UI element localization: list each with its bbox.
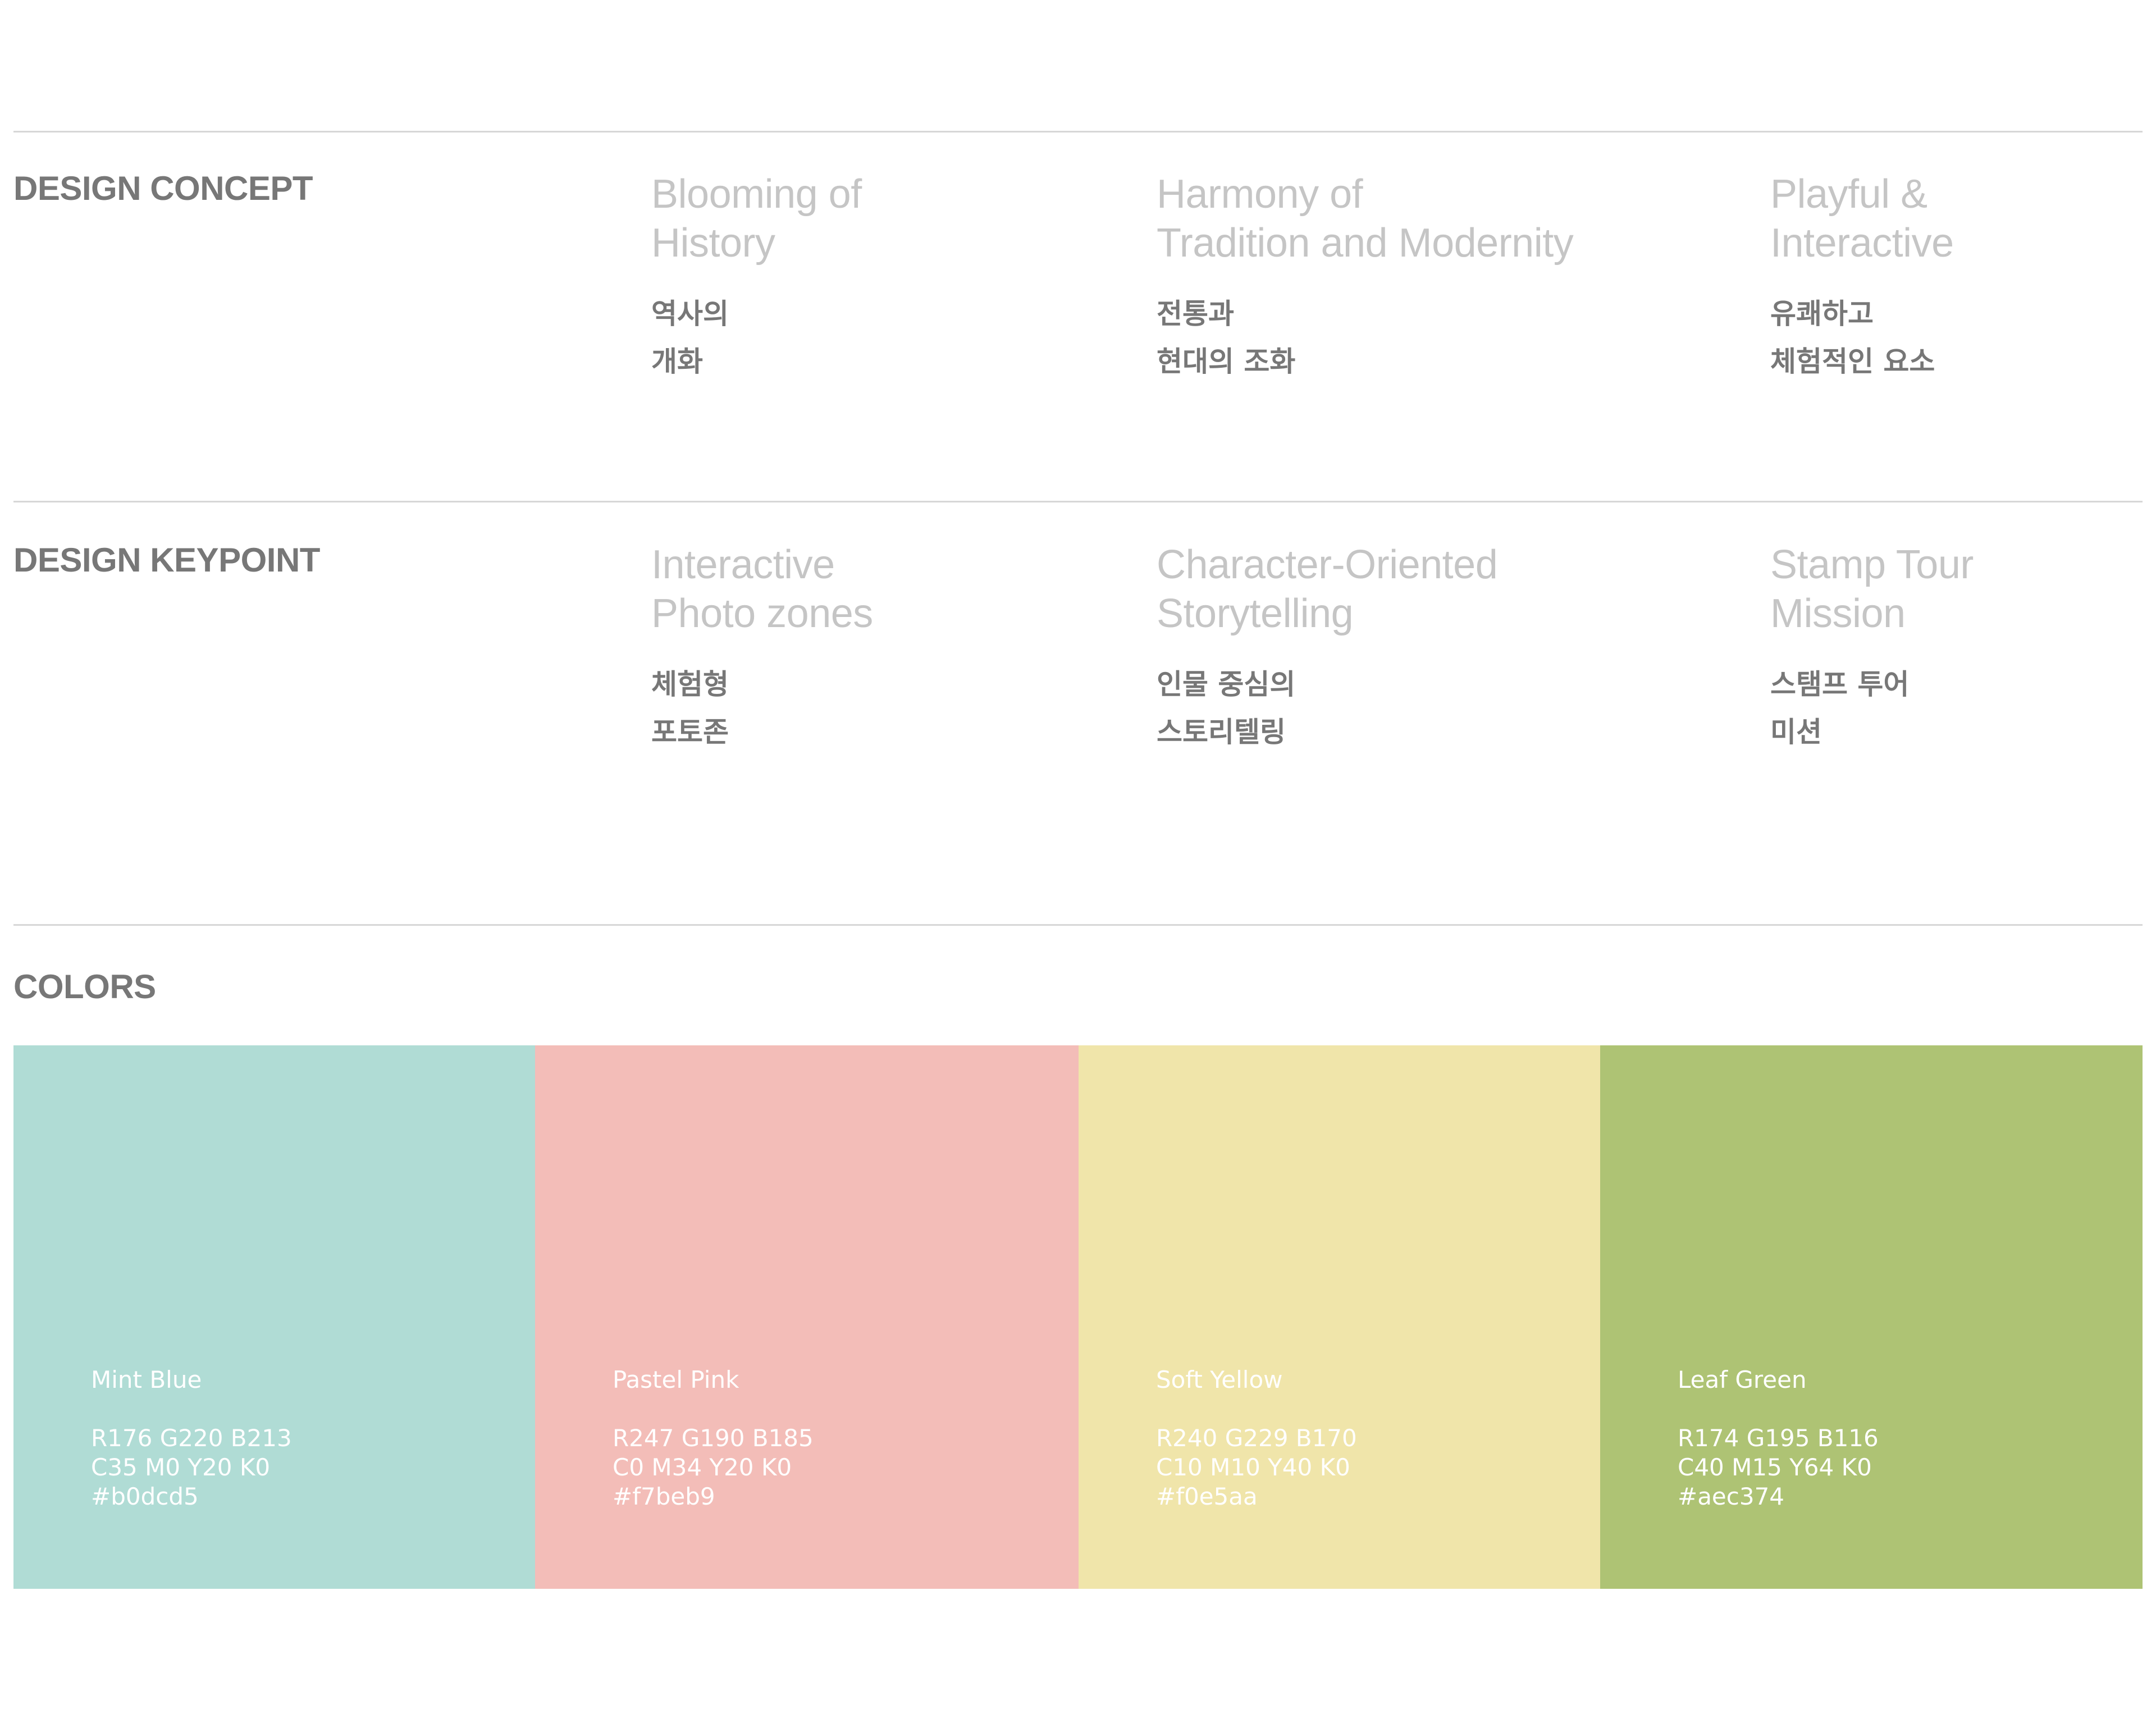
- color-swatch-soft-yellow: Soft Yellow R240 G229 B170 C10 M10 Y40 K…: [1079, 1045, 1600, 1589]
- concept-item-harmony: Harmony of Tradition and Modernity 전통과 현…: [1157, 170, 1574, 386]
- color-rgb: R176 G220 B213: [91, 1424, 292, 1452]
- keypoint-item-korean-line: 인물 중심의: [1157, 668, 1296, 701]
- keypoint-item-title-line: Storytelling: [1157, 591, 1354, 636]
- color-hex: #f0e5aa: [1156, 1483, 1258, 1510]
- keypoint-item-title-line: Mission: [1770, 591, 1906, 636]
- color-name: Leaf Green: [1678, 1366, 1807, 1393]
- color-name: Mint Blue: [91, 1366, 202, 1393]
- color-swatch-mint-blue: Mint Blue R176 G220 B213 C35 M0 Y20 K0 #…: [13, 1045, 535, 1589]
- color-swatch-info: Pastel Pink R247 G190 B185 C0 M34 Y20 K0…: [613, 1365, 814, 1511]
- design-concept-heading: DESIGN CONCEPT: [13, 170, 313, 207]
- divider-top: [13, 131, 2143, 132]
- color-rgb: R240 G229 B170: [1156, 1424, 1357, 1452]
- keypoint-item-photo-zones: Interactive Photo zones 체험형 포토존: [651, 541, 873, 756]
- concept-item-korean-line: 개화: [651, 345, 703, 378]
- keypoint-item-title-line: Character-Oriented: [1157, 542, 1498, 587]
- concept-item-title: Playful & Interactive: [1770, 170, 1954, 268]
- keypoint-item-title: Interactive Photo zones: [651, 541, 873, 638]
- keypoint-item-korean-line: 포토존: [651, 716, 729, 748]
- keypoint-item-title: Character-Oriented Storytelling: [1157, 541, 1498, 638]
- color-hex: #b0dcd5: [91, 1483, 199, 1510]
- concept-item-korean-line: 체험적인 요소: [1770, 345, 1935, 378]
- concept-item-title: Blooming of History: [651, 170, 862, 268]
- concept-item-title-line: Blooming of: [651, 172, 862, 217]
- keypoint-item-stamp-tour: Stamp Tour Mission 스탬프 투어 미션: [1770, 541, 1974, 756]
- color-rgb: R174 G195 B116: [1678, 1424, 1879, 1452]
- concept-item-korean-line: 현대의 조화: [1157, 345, 1296, 378]
- colors-heading: COLORS: [13, 968, 156, 1005]
- concept-item-korean-line: 역사의: [651, 298, 729, 330]
- keypoint-item-title: Stamp Tour Mission: [1770, 541, 1974, 638]
- keypoint-item-korean-line: 미션: [1770, 716, 1822, 748]
- color-name: Pastel Pink: [613, 1366, 739, 1393]
- color-cmyk: C40 M15 Y64 K0: [1678, 1454, 1872, 1481]
- concept-item-playful: Playful & Interactive 유쾌하고 체험적인 요소: [1770, 170, 1954, 386]
- keypoint-item-title-line: Interactive: [651, 542, 835, 587]
- concept-item-korean: 전통과 현대의 조화: [1157, 290, 1573, 386]
- keypoint-item-korean-line: 스토리텔링: [1157, 716, 1286, 748]
- concept-item-title-line: Harmony of: [1157, 172, 1363, 217]
- color-name: Soft Yellow: [1156, 1366, 1283, 1393]
- color-swatch-info: Mint Blue R176 G220 B213 C35 M0 Y20 K0 #…: [91, 1365, 292, 1511]
- keypoint-item-title-line: Stamp Tour: [1770, 542, 1974, 587]
- concept-item-title-line: Interactive: [1770, 221, 1954, 266]
- color-swatch-info: Soft Yellow R240 G229 B170 C10 M10 Y40 K…: [1156, 1365, 1357, 1511]
- color-swatch-pastel-pink: Pastel Pink R247 G190 B185 C0 M34 Y20 K0…: [535, 1045, 1079, 1589]
- keypoint-item-title-line: Photo zones: [651, 591, 873, 636]
- concept-item-korean: 역사의 개화: [651, 290, 862, 386]
- color-palette: Mint Blue R176 G220 B213 C35 M0 Y20 K0 #…: [13, 1045, 2143, 1589]
- color-swatch-info: Leaf Green R174 G195 B116 C40 M15 Y64 K0…: [1678, 1365, 1879, 1511]
- concept-item-korean-line: 유쾌하고: [1770, 298, 1874, 330]
- keypoint-item-korean-line: 체험형: [651, 668, 729, 701]
- color-swatch-leaf-green: Leaf Green R174 G195 B116 C40 M15 Y64 K0…: [1600, 1045, 2143, 1589]
- color-cmyk: C35 M0 Y20 K0: [91, 1454, 271, 1481]
- concept-item-blooming: Blooming of History 역사의 개화: [651, 170, 862, 386]
- concept-item-title-line: History: [651, 221, 775, 266]
- keypoint-item-korean: 인물 중심의 스토리텔링: [1157, 661, 1497, 756]
- color-hex: #f7beb9: [613, 1483, 715, 1510]
- keypoint-item-korean: 체험형 포토존: [651, 661, 873, 756]
- color-hex: #aec374: [1678, 1483, 1785, 1510]
- concept-item-title-line: Tradition and Modernity: [1157, 221, 1574, 266]
- keypoint-item-korean-line: 스탬프 투어: [1770, 668, 1910, 701]
- design-keypoint-heading: DESIGN KEYPOINT: [13, 541, 320, 579]
- color-cmyk: C10 M10 Y40 K0: [1156, 1454, 1350, 1481]
- concept-item-title-line: Playful &: [1770, 172, 1927, 217]
- concept-item-korean: 유쾌하고 체험적인 요소: [1770, 290, 1954, 386]
- keypoint-item-korean: 스탬프 투어 미션: [1770, 661, 1974, 756]
- divider-bottom: [13, 924, 2143, 926]
- concept-item-title: Harmony of Tradition and Modernity: [1157, 170, 1574, 268]
- keypoint-item-storytelling: Character-Oriented Storytelling 인물 중심의 스…: [1157, 541, 1498, 756]
- color-cmyk: C0 M34 Y20 K0: [613, 1454, 792, 1481]
- color-rgb: R247 G190 B185: [613, 1424, 814, 1452]
- concept-item-korean-line: 전통과: [1157, 298, 1234, 330]
- divider-middle: [13, 501, 2143, 502]
